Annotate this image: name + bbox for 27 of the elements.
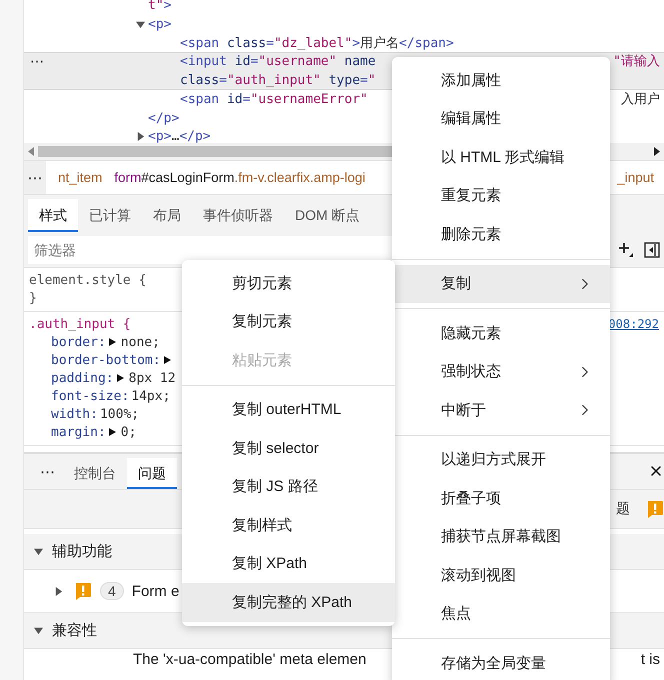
style-selector: element.style { — [29, 272, 146, 288]
property-name: padding: — [51, 370, 114, 386]
code-line: </p> — [148, 110, 180, 128]
property-name: width: — [51, 406, 98, 422]
property-value: 8px 12 — [128, 370, 176, 386]
code-line: class="auth_input" type=" — [180, 72, 376, 90]
style-selector: .auth_input { — [29, 316, 131, 332]
property-name: margin: — [51, 424, 106, 440]
issue-description: The 'x-ua-compatible' meta elemen — [133, 651, 366, 668]
code-line: <span class="dz_label">用户名</span> — [180, 34, 454, 52]
property-name: border: — [51, 334, 106, 350]
closing-brace: } — [29, 290, 37, 306]
code-line: <span id="usernameError" — [180, 90, 368, 109]
code-fragment: "请输入 — [613, 53, 660, 72]
code-line: <p> — [148, 16, 172, 34]
issue-description: t is — [640, 651, 660, 668]
code-line: <input id="username" name — [180, 53, 376, 72]
count-badge: 4 — [100, 582, 124, 600]
property-value: none; — [120, 334, 160, 350]
issues-label: 题 — [616, 500, 630, 518]
property-value: 14px; — [131, 388, 170, 404]
code-line: <p>…</p> — [148, 128, 211, 143]
property-name: font-size: — [51, 388, 130, 404]
code-fragment: 入用户 — [621, 90, 660, 109]
property-value: 100%; — [100, 406, 140, 422]
property-name: border-bottom: — [51, 352, 161, 368]
property-value: 0; — [120, 424, 136, 440]
